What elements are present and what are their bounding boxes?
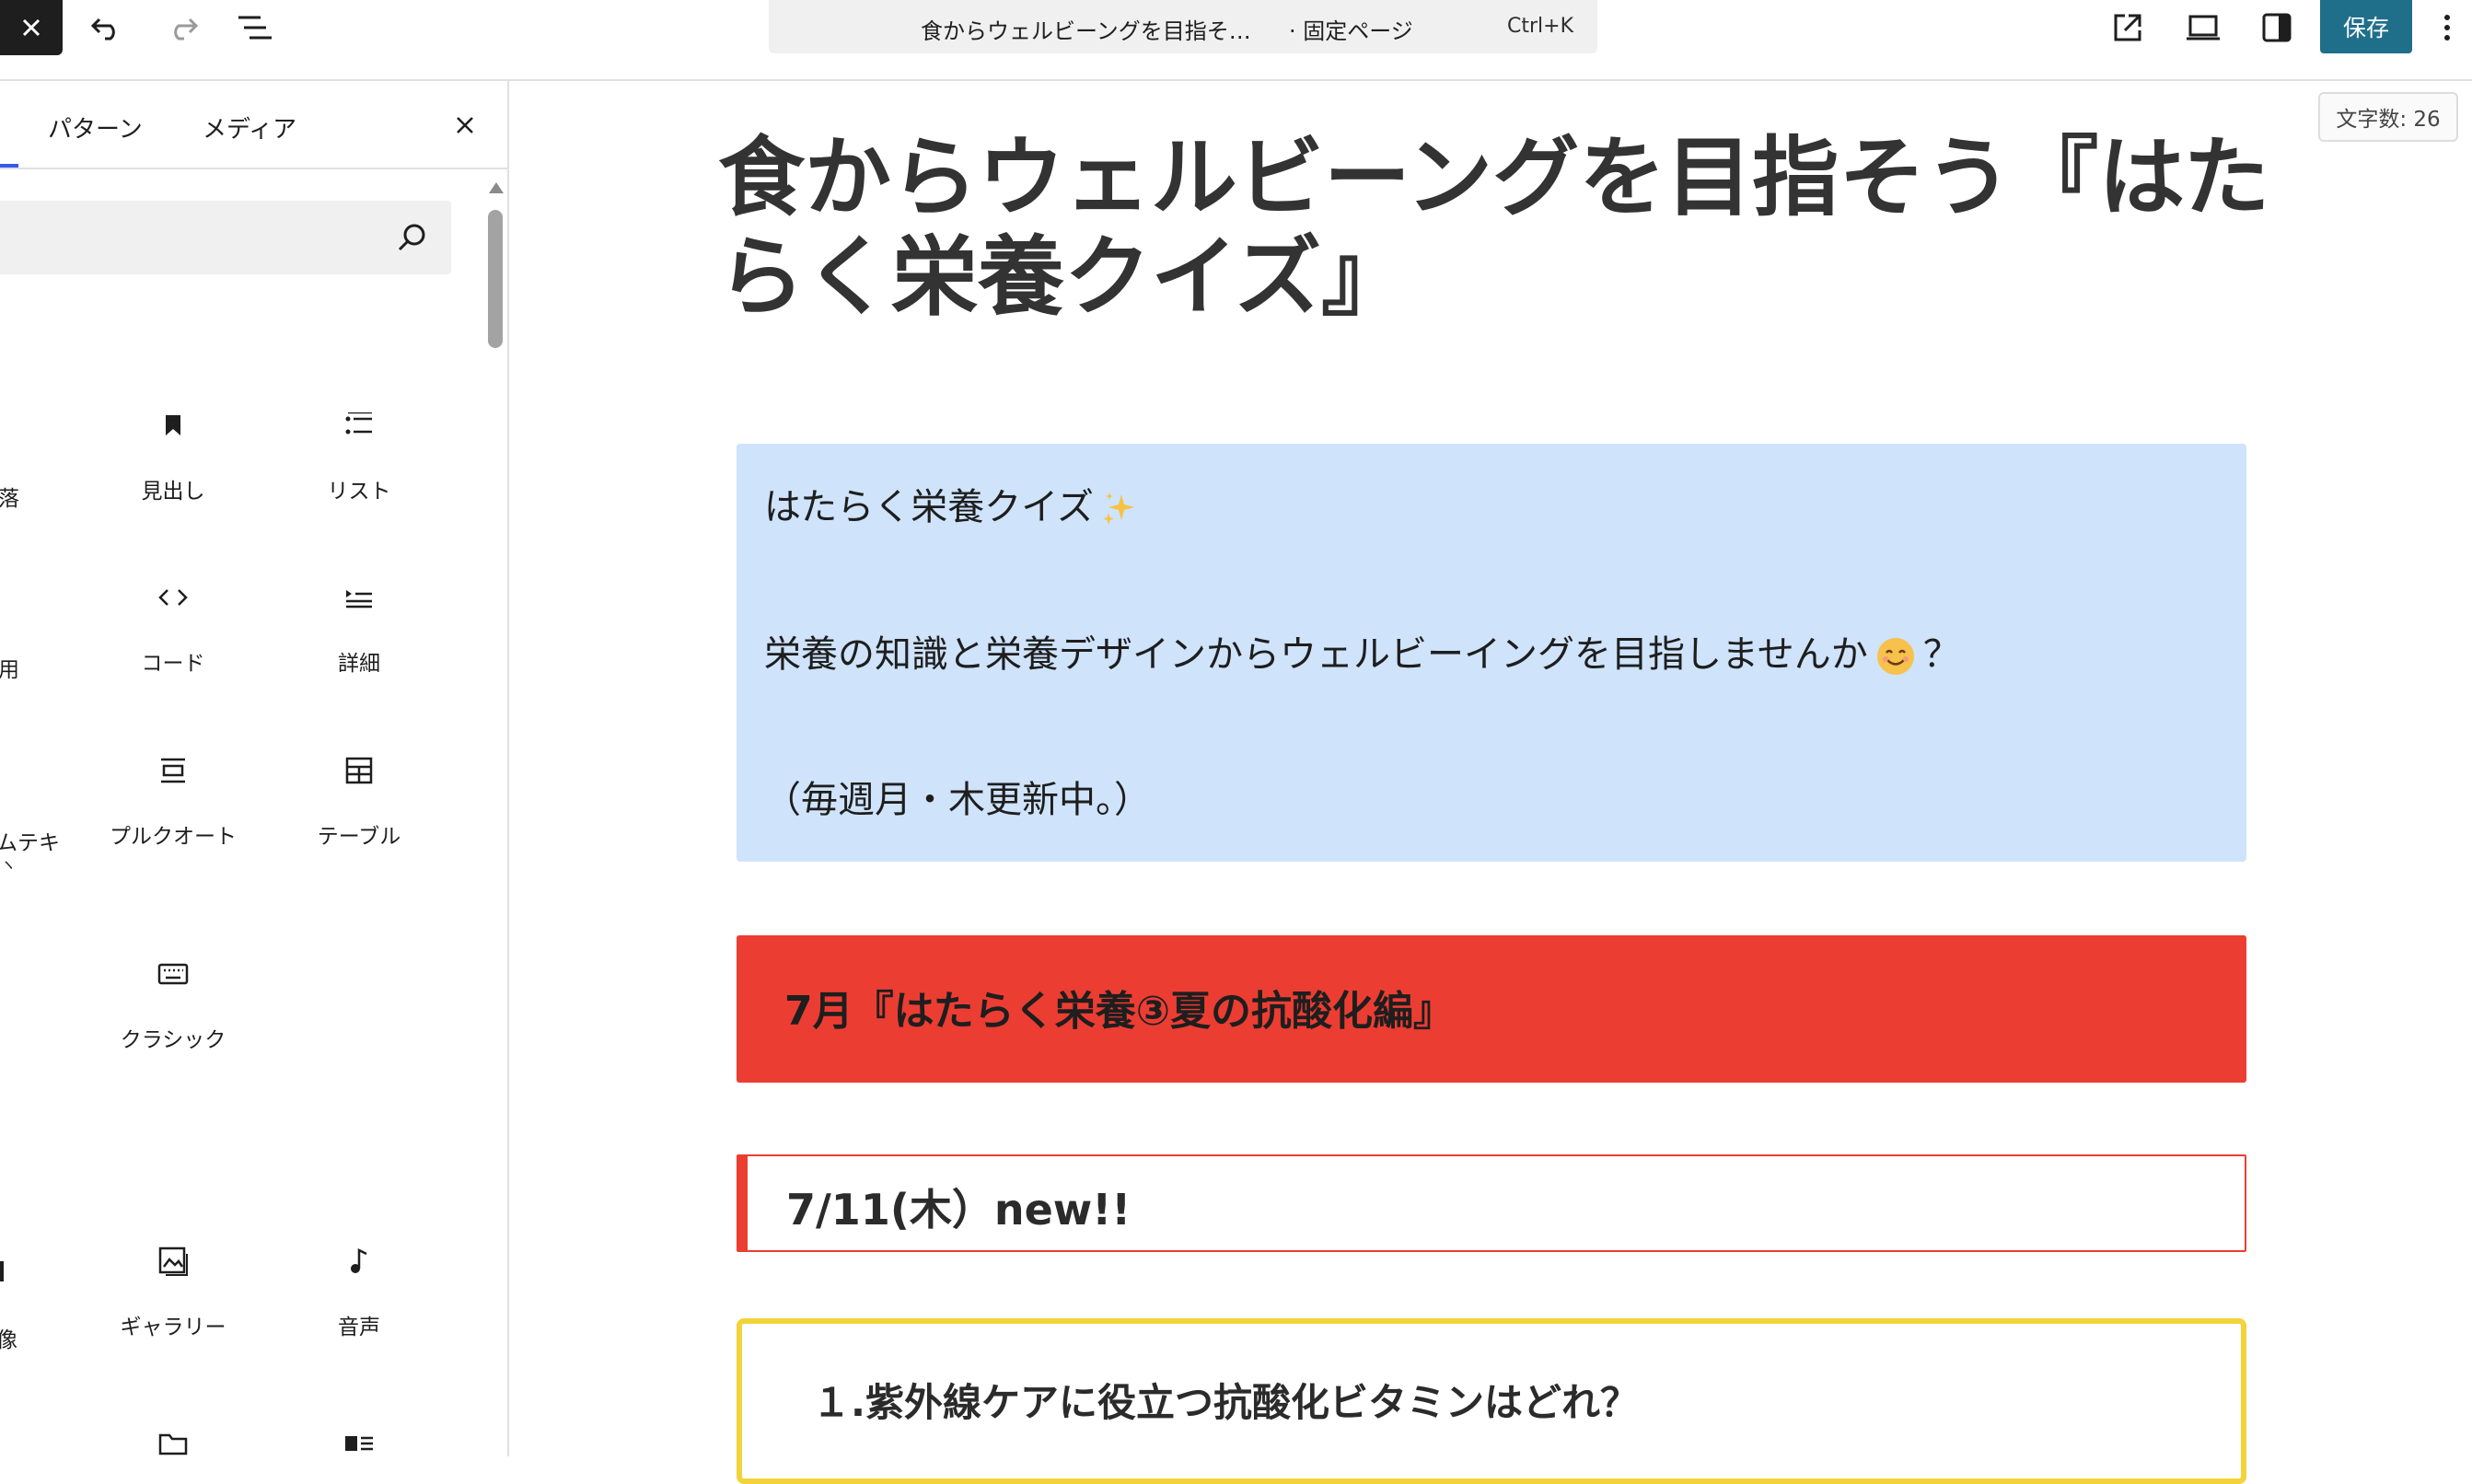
sparkles-icon (1103, 493, 1134, 525)
quiz-question-text: １.紫外線ケアに役立つ抗酸化ビタミンはどれ？ (812, 1380, 1639, 1425)
cut-block-label: 用 (0, 658, 19, 682)
block-search (0, 201, 451, 276)
active-tab-indicator (0, 164, 18, 168)
command-shortcut: Ctrl+K (1507, 15, 1574, 38)
sidebar-toggle-icon (2262, 13, 2292, 42)
desktop-icon (2187, 15, 2220, 41)
block-details[interactable]: 詳細 (267, 579, 451, 717)
panel-scrollbar[interactable] (485, 182, 505, 1456)
document-title: 食からウェルビーングを目指そ… (921, 18, 1251, 44)
redo-button[interactable] (158, 7, 206, 48)
block-label: テーブル (317, 825, 401, 849)
cut-block-label: ムテキ (0, 831, 60, 855)
block-file[interactable] (81, 1425, 265, 1456)
scroll-thumb[interactable] (488, 210, 503, 348)
block-gallery[interactable]: ギャラリー (81, 1243, 265, 1381)
bookmark-icon (155, 407, 191, 444)
cut-block-icon (0, 1261, 4, 1281)
tab-media[interactable]: メディア (203, 110, 296, 145)
options-button[interactable] (2431, 6, 2464, 50)
scroll-up-arrow[interactable] (489, 182, 504, 193)
preview-button[interactable] (2177, 6, 2229, 50)
cut-block-label: 像 (0, 1322, 17, 1353)
intro-paragraph[interactable]: （毎週月・木更新中。） (764, 770, 1151, 823)
document-overview-button[interactable] (230, 7, 278, 48)
block-audio[interactable]: 音声 (267, 1243, 451, 1381)
close-icon (457, 117, 473, 133)
block-label: クラシック (120, 1028, 226, 1052)
month-heading-text: 7月『はたらく栄養③夏の抗酸化編』 (784, 988, 1454, 1035)
external-link-icon (2114, 14, 2141, 41)
pullquote-icon (155, 752, 191, 789)
inserter-tabs: パターン メディア (0, 81, 507, 169)
quiz-question-block[interactable]: １.紫外線ケアに役立つ抗酸化ビタミンはどれ？ (737, 1318, 2246, 1484)
table-icon (341, 752, 377, 789)
undo-icon (90, 17, 115, 41)
intro-text: はたらく栄養クイズ (764, 486, 1094, 528)
block-heading[interactable]: 見出し (81, 407, 265, 545)
block-label: 音声 (338, 1316, 380, 1339)
code-icon (155, 579, 191, 616)
block-list[interactable]: リスト (267, 407, 451, 545)
folder-icon (155, 1425, 191, 1456)
list-icon (341, 407, 377, 444)
intro-paragraph[interactable]: はたらく栄養クイズ (764, 477, 1140, 530)
smiling-face-icon (1876, 638, 1914, 675)
redo-icon (174, 17, 199, 41)
search-input[interactable] (9, 201, 381, 276)
tab-patterns[interactable]: パターン (48, 110, 143, 145)
block-media-text[interactable] (267, 1425, 451, 1456)
block-classic[interactable]: クラシック (81, 956, 265, 1094)
post-title[interactable]: 食からウェルビーングを目指そう『はたらく栄養クイズ』 (718, 129, 2283, 328)
block-label: リスト (327, 480, 391, 504)
word-count-badge: 文字数: 26 (2318, 92, 2458, 142)
undo-button[interactable] (83, 7, 131, 48)
search-icon (398, 224, 425, 251)
block-label: 詳細 (338, 652, 380, 676)
settings-panel-button[interactable] (2253, 6, 2301, 50)
month-heading-block[interactable]: 7月『はたらく栄養③夏の抗酸化編』 (737, 935, 2246, 1083)
gallery-icon (155, 1243, 191, 1280)
intro-text: 栄養の知識と栄養デザインからウェルビーイングを目指しませんか (764, 633, 1868, 676)
media-text-icon (341, 1425, 377, 1456)
close-inserter-button[interactable] (0, 0, 63, 55)
editor-toolbar: 食からウェルビーングを目指そ… · 固定ページ Ctrl+K 保存 (0, 0, 2472, 81)
date-heading-block[interactable]: 7/11(木）new!! (737, 1154, 2246, 1252)
close-icon (22, 18, 41, 37)
details-icon (341, 579, 377, 616)
block-pullquote[interactable]: プルクオート (81, 752, 265, 890)
block-label: 見出し (141, 480, 205, 504)
block-label: プルクオート (110, 825, 237, 849)
block-code[interactable]: コード (81, 579, 265, 717)
audio-icon (341, 1243, 377, 1280)
command-palette-bar[interactable]: 食からウェルビーングを目指そ… · 固定ページ Ctrl+K (769, 0, 1597, 53)
more-vertical-icon (2444, 15, 2450, 41)
list-view-icon (238, 16, 272, 40)
view-page-button[interactable] (2104, 6, 2152, 50)
keyboard-icon (155, 956, 191, 992)
intro-paragraph[interactable]: 栄養の知識と栄養デザインからウェルビーイングを目指しませんか ？ (764, 624, 1960, 678)
cut-block-label: 落 (0, 487, 19, 511)
block-table[interactable]: テーブル (267, 752, 451, 890)
cut-block-label: ヽ (0, 856, 17, 875)
block-label: ギャラリー (120, 1316, 226, 1339)
block-inserter-panel: パターン メディア 落 用 ムテキ ヽ 像 見出し リスト コード 詳細 (0, 81, 509, 1456)
block-label: コード (141, 652, 205, 676)
date-heading-text: 7/11(木）new!! (786, 1185, 1132, 1235)
save-button[interactable]: 保存 (2320, 0, 2412, 53)
close-panel-button[interactable] (447, 107, 483, 144)
intro-text: ？ (1922, 633, 1960, 676)
document-type: · 固定ページ (1289, 18, 1413, 44)
intro-group-block[interactable]: はたらく栄養クイズ 栄養の知識と栄養デザインからウェルビーイングを目指しませんか… (737, 444, 2246, 862)
